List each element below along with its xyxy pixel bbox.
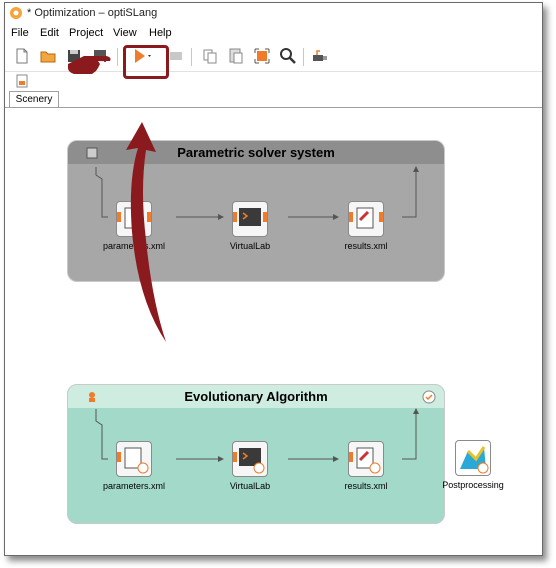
window-title: * Optimization – optiSLang — [27, 7, 158, 19]
node-label: results.xml — [344, 481, 388, 491]
node-virtuallab[interactable] — [232, 441, 268, 477]
surface-plot-icon — [460, 446, 489, 474]
menu-edit[interactable]: Edit — [40, 27, 59, 39]
parameters-file-icon — [117, 447, 149, 474]
evolutionary-algorithm-system[interactable]: Evolutionary Algorithm parameters.xml Vi… — [67, 384, 445, 524]
paste-icon[interactable] — [227, 47, 245, 65]
title-bar: * Optimization – optiSLang — [5, 3, 542, 23]
node-label: VirtualLab — [229, 481, 271, 491]
tab-bar: Scenery — [5, 91, 542, 108]
node-postprocessing[interactable] — [455, 440, 491, 476]
menu-view[interactable]: View — [113, 27, 137, 39]
node-label: parameters.xml — [102, 241, 166, 251]
open-folder-icon[interactable] — [39, 47, 57, 65]
node-virtuallab[interactable] — [232, 201, 268, 237]
parameters-file-icon — [117, 207, 151, 229]
usb-connector-icon[interactable] — [311, 47, 329, 65]
copy-icon[interactable] — [201, 47, 219, 65]
node-label: VirtualLab — [229, 241, 271, 251]
save-icon[interactable] — [65, 47, 83, 65]
node-parameters[interactable] — [116, 201, 152, 237]
toolbar-separator — [117, 48, 118, 66]
node-label: Postprocessing — [442, 480, 504, 490]
secondary-toolbar — [5, 72, 542, 91]
results-file-icon — [349, 447, 381, 474]
toolbar-separator — [191, 48, 192, 66]
node-results[interactable] — [348, 201, 384, 237]
tab-scenery[interactable]: Scenery — [9, 91, 59, 107]
toolbar-separator — [303, 48, 304, 66]
node-results[interactable] — [348, 441, 384, 477]
app-logo-icon — [10, 7, 22, 19]
stop-icon[interactable] — [167, 47, 185, 65]
node-label: results.xml — [344, 241, 388, 251]
terminal-icon — [233, 448, 265, 474]
parametric-solver-system[interactable]: Parametric solver system parameters.xml … — [67, 140, 445, 282]
menu-file[interactable]: File — [11, 27, 29, 39]
zoom-icon[interactable] — [279, 47, 297, 65]
menu-help[interactable]: Help — [149, 27, 172, 39]
menu-project[interactable]: Project — [69, 27, 103, 39]
results-file-icon — [349, 207, 383, 229]
fit-view-icon[interactable] — [253, 47, 271, 65]
properties-icon[interactable] — [15, 74, 29, 88]
terminal-icon — [233, 208, 267, 226]
scenery-canvas[interactable]: Parametric solver system parameters.xml … — [5, 108, 542, 555]
main-toolbar — [5, 43, 542, 72]
save-as-icon[interactable] — [91, 47, 109, 65]
node-parameters[interactable] — [116, 441, 152, 477]
application-window: * Optimization – optiSLang File Edit Pro… — [4, 2, 543, 556]
new-file-icon[interactable] — [13, 47, 31, 65]
node-label: parameters.xml — [102, 481, 166, 491]
menu-bar: File Edit Project View Help — [5, 24, 542, 42]
run-button-highlight — [123, 45, 169, 79]
